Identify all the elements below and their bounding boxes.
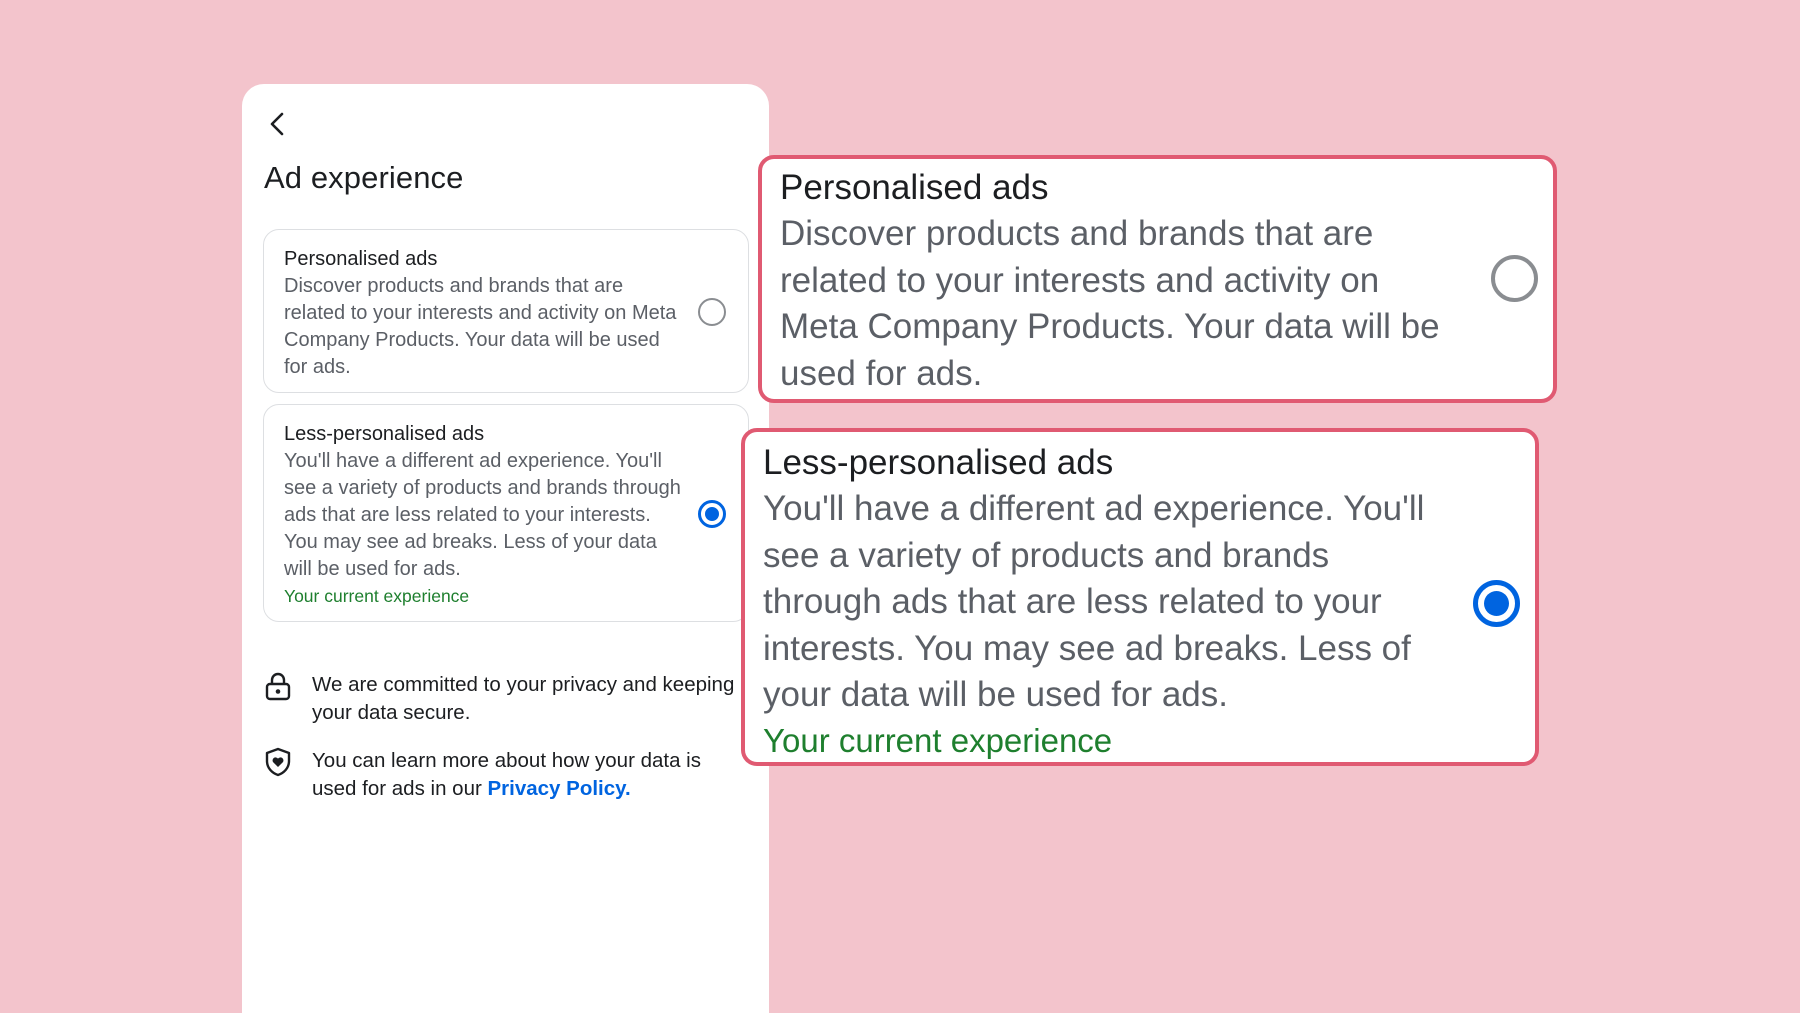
option-less-personalised-ads[interactable]: Less-personalised ads You'll have a diff… — [263, 404, 749, 622]
current-experience-label: Your current experience — [284, 586, 470, 606]
zoom-callout-personalised-ads: Personalised ads Discover products and b… — [758, 155, 1557, 403]
chevron-left-icon — [270, 112, 284, 136]
page-title: Ad experience — [264, 160, 464, 195]
privacy-commitment-text: We are committed to your privacy and kee… — [312, 673, 735, 724]
less-personalised-ads-radio[interactable] — [698, 500, 726, 528]
privacy-policy-row: You can learn more about how your data i… — [264, 747, 744, 805]
zoom-option-label: Less-personalised ads — [763, 443, 1114, 482]
zoom-option-description: Discover products and brands that are re… — [780, 214, 1440, 393]
privacy-commitment-row: We are committed to your privacy and kee… — [264, 671, 744, 729]
zoom-option-description: You'll have a different ad experience. Y… — [763, 489, 1425, 714]
privacy-policy-text: You can learn more about how your data i… — [312, 747, 742, 802]
zoom-option-label: Personalised ads — [780, 168, 1049, 207]
option-personalised-ads[interactable]: Personalised ads Discover products and b… — [263, 229, 749, 393]
privacy-policy-link[interactable]: Privacy Policy. — [488, 777, 631, 800]
zoom-current-experience-label: Your current experience — [763, 721, 1113, 759]
zoom-callout-less-personalised-ads: Less-personalised ads You'll have a diff… — [741, 428, 1539, 766]
lock-icon — [265, 672, 291, 701]
personalised-ads-radio[interactable] — [698, 298, 726, 326]
ad-experience-screen: Ad experience Personalised ads Discover … — [242, 84, 769, 1013]
option-label: Personalised ads — [284, 248, 438, 270]
option-description: Discover products and brands that are re… — [284, 275, 677, 378]
zoom-less-personalised-ads-radio[interactable] — [1473, 580, 1520, 627]
option-description: You'll have a different ad experience. Y… — [284, 450, 681, 580]
zoom-personalised-ads-radio[interactable] — [1491, 255, 1538, 302]
shield-heart-icon — [265, 747, 291, 777]
option-label: Less-personalised ads — [284, 423, 485, 445]
back-button[interactable] — [262, 108, 294, 140]
